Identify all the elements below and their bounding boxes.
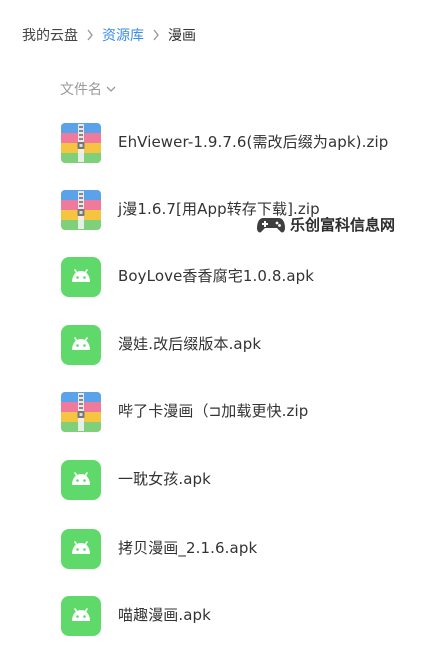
- zip-archive-icon: [61, 392, 101, 432]
- zip-archive-icon: [61, 123, 101, 163]
- android-apk-icon: [61, 596, 101, 636]
- file-row[interactable]: EhViewer-1.9.7.6(需改后缀为apk).zip: [0, 117, 427, 169]
- zip-archive-icon: [61, 190, 101, 230]
- sort-by-filename[interactable]: 文件名: [60, 79, 116, 99]
- breadcrumb: 我的云盘 资源库 漫画: [22, 24, 196, 46]
- file-name: EhViewer-1.9.7.6(需改后缀为apk).zip: [118, 133, 389, 151]
- gamepad-icon: [257, 217, 285, 232]
- android-apk-icon: [61, 460, 101, 500]
- file-row[interactable]: 拷贝漫画_2.1.6.apk: [0, 523, 427, 575]
- breadcrumb-resource-library[interactable]: 资源库: [102, 25, 144, 45]
- file-name: BoyLove香香腐宅1.0.8.apk: [118, 267, 315, 285]
- file-name: 一耽女孩.apk: [118, 470, 211, 488]
- file-name: 漫娃.改后缀版本.apk: [118, 335, 262, 353]
- chevron-right-icon: [144, 27, 168, 43]
- file-row[interactable]: 哔了卡漫画（⊐加载更快.zip: [0, 386, 427, 438]
- watermark: 乐创富科信息网: [256, 214, 395, 235]
- file-name: 哔了卡漫画（⊐加载更快.zip: [118, 402, 309, 420]
- file-row[interactable]: 漫娃.改后缀版本.apk: [0, 319, 427, 371]
- android-apk-icon: [61, 529, 101, 569]
- file-name: 拷贝漫画_2.1.6.apk: [118, 539, 258, 557]
- breadcrumb-my-cloud[interactable]: 我的云盘: [22, 25, 78, 45]
- file-row[interactable]: 喵趣漫画.apk: [0, 590, 427, 642]
- column-header-filename: 文件名: [60, 82, 102, 98]
- watermark-text: 乐创富科信息网: [290, 216, 396, 234]
- file-row[interactable]: 一耽女孩.apk: [0, 454, 427, 506]
- file-name: 喵趣漫画.apk: [118, 606, 211, 624]
- breadcrumb-comics: 漫画: [168, 28, 196, 44]
- android-apk-icon: [61, 257, 101, 297]
- chevron-right-icon: [78, 27, 102, 43]
- android-apk-icon: [61, 325, 101, 365]
- file-row[interactable]: BoyLove香香腐宅1.0.8.apk: [0, 251, 427, 303]
- chevron-down-icon: [106, 86, 116, 92]
